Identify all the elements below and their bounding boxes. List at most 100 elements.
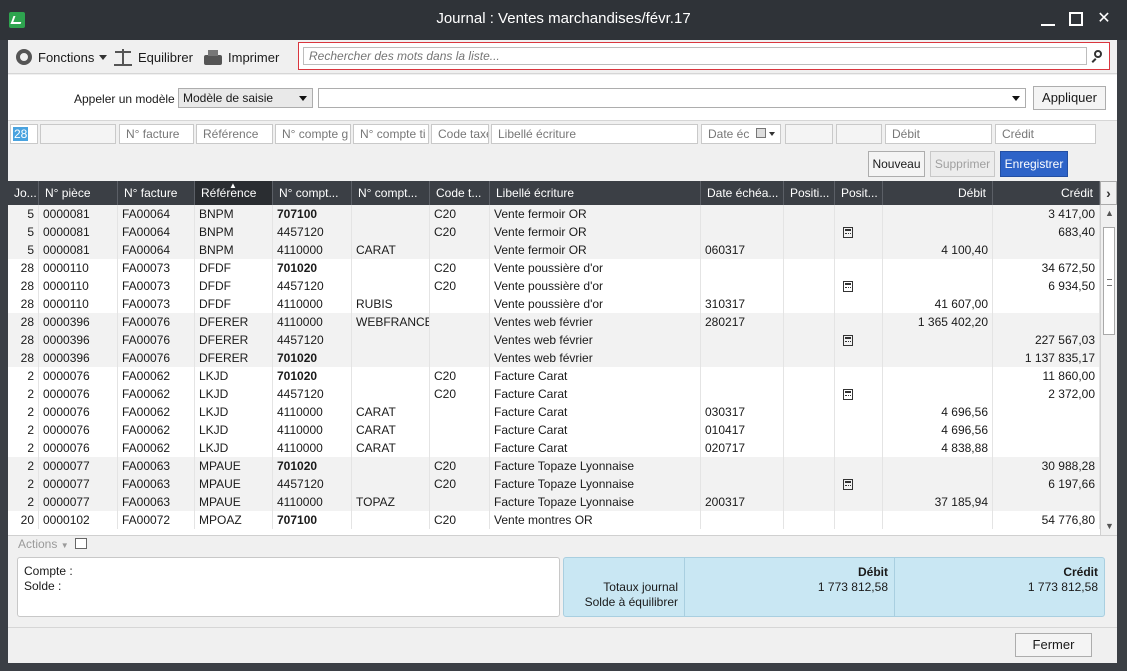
cell-libelle: Vente fermoir OR [490, 223, 701, 241]
search-input[interactable] [303, 47, 1087, 65]
cell-reference: DFERER [195, 349, 273, 367]
scroll-right-button[interactable]: › [1100, 181, 1117, 205]
actions-dropdown[interactable]: Actions ▼ [18, 537, 69, 551]
functions-menu[interactable]: Fonctions [16, 48, 108, 66]
header-col-libelle[interactable]: Libellé écriture [490, 181, 701, 205]
gear-icon [16, 49, 32, 65]
scroll-down-icon[interactable]: ▼ [1105, 521, 1114, 531]
scroll-up-icon[interactable]: ▲ [1105, 208, 1114, 218]
cell-code-taxe [430, 241, 490, 259]
scrollbar-thumb[interactable] [1103, 227, 1115, 335]
cell-compte-general: 4110000 [273, 439, 352, 457]
table-row[interactable]: 5 0000081 FA00064 BNPM 4110000 CARAT Vente fer… [8, 241, 1100, 259]
cell-debit [883, 223, 993, 241]
header-col-debit[interactable]: Débit [883, 181, 993, 205]
calculator-icon[interactable] [843, 335, 853, 346]
entry-date-field[interactable]: Date éc [701, 124, 781, 144]
cell-compte-general: 4457120 [273, 331, 352, 349]
header-col-jour[interactable]: Jo... [8, 181, 39, 205]
table-row[interactable]: 2 0000077 FA00063 MPAUE 701020 C20 Facture Top… [8, 457, 1100, 475]
cell-position1 [784, 313, 835, 331]
cell-compte-general: 4110000 [273, 403, 352, 421]
table-row[interactable]: 2 0000076 FA00062 LKJD 4110000 CARAT Facture C… [8, 439, 1100, 457]
cell-libelle: Facture Carat [490, 385, 701, 403]
entry-libelle-field[interactable]: Libellé écriture [491, 124, 698, 144]
cell-date-echeance: 310317 [701, 295, 784, 313]
table-row[interactable]: 5 0000081 FA00064 BNPM 4457120 C20 Vente fermo… [8, 223, 1100, 241]
table-row[interactable]: 28 0000110 FA00073 DFDF 4457120 C20 Vente pous… [8, 277, 1100, 295]
cell-libelle: Ventes web février [490, 313, 701, 331]
entry-position1-field[interactable] [785, 124, 833, 144]
model-combo[interactable] [318, 88, 1026, 108]
calendar-icon[interactable] [756, 128, 766, 138]
apply-button[interactable]: Appliquer [1033, 86, 1106, 110]
calculator-icon[interactable] [843, 389, 853, 400]
window-close-button[interactable]: ✕ [1094, 9, 1114, 29]
header-col-compte-tiers[interactable]: N° compt... [352, 181, 430, 205]
entry-compte-general-field[interactable]: N° compte g [275, 124, 351, 144]
header-col-credit[interactable]: Crédit [993, 181, 1100, 205]
calculator-icon[interactable] [843, 227, 853, 238]
journal-window: Journal : Ventes marchandises/févr.17 ✕ … [0, 0, 1127, 671]
entry-code-taxe-field[interactable]: Code taxe [431, 124, 489, 144]
print-button[interactable]: Imprimer [204, 48, 279, 66]
cell-compte-tiers: CARAT [352, 403, 430, 421]
cell-date-echeance: 030317 [701, 403, 784, 421]
minimize-button[interactable] [1038, 9, 1058, 29]
save-button[interactable]: Enregistrer [1000, 151, 1068, 177]
table-row[interactable]: 28 0000396 FA00076 DFERER 4110000 WEBFRANCE Ve… [8, 313, 1100, 331]
entry-credit-field[interactable]: Crédit [995, 124, 1096, 144]
cell-position2 [835, 439, 883, 457]
grid-header: Jo... N° pièce N° facture Référence ▲ N° comp… [8, 181, 1100, 205]
cell-code-taxe: C20 [430, 385, 490, 403]
header-col-facture[interactable]: N° facture [118, 181, 195, 205]
table-row[interactable]: 28 0000110 FA00073 DFDF 4110000 RUBIS Vente po… [8, 295, 1100, 313]
header-col-code-taxe[interactable]: Code t... [430, 181, 490, 205]
balance-button[interactable]: Equilibrer [114, 48, 193, 66]
header-col-compte-general[interactable]: N° compt... [273, 181, 352, 205]
cell-compte-general: 4457120 [273, 277, 352, 295]
table-row[interactable]: 2 0000076 FA00062 LKJD 4110000 CARAT Facture C… [8, 403, 1100, 421]
cell-position2 [835, 295, 883, 313]
search-button[interactable] [1091, 47, 1107, 65]
entry-compte-tiers-field[interactable]: N° compte ti [353, 124, 429, 144]
cell-compte-tiers [352, 457, 430, 475]
table-row[interactable]: 28 0000396 FA00076 DFERER 4457120 Ventes web … [8, 331, 1100, 349]
calculator-icon[interactable] [843, 479, 853, 490]
cell-date-echeance [701, 223, 784, 241]
cell-compte-general: 4457120 [273, 385, 352, 403]
calculator-icon[interactable] [843, 281, 853, 292]
header-col-piece[interactable]: N° pièce [39, 181, 118, 205]
entry-day-field[interactable]: 28 [10, 124, 38, 144]
new-button[interactable]: Nouveau [868, 151, 925, 177]
header-col-position1[interactable]: Positi... [784, 181, 835, 205]
table-row[interactable]: 5 0000081 FA00064 BNPM 707100 C20 Vente fermoi… [8, 205, 1100, 223]
chevron-down-icon [299, 96, 307, 101]
entry-debit-field[interactable]: Débit [885, 124, 992, 144]
table-row[interactable]: 2 0000076 FA00062 LKJD 701020 C20 Facture Cara… [8, 367, 1100, 385]
header-col-position2[interactable]: Posit... [835, 181, 883, 205]
table-row[interactable]: 28 0000396 FA00076 DFERER 701020 Ventes web f… [8, 349, 1100, 367]
close-button[interactable]: Fermer [1015, 633, 1092, 657]
cell-reference: DFDF [195, 259, 273, 277]
vertical-scrollbar[interactable]: ▲ ▼ [1100, 205, 1117, 535]
entry-piece-field[interactable] [40, 124, 116, 144]
model-select[interactable]: Modèle de saisie [178, 88, 313, 108]
table-row[interactable]: 2 0000076 FA00062 LKJD 4110000 CARAT Facture C… [8, 421, 1100, 439]
table-row[interactable]: 2 0000077 FA00063 MPAUE 4457120 C20 Facture To… [8, 475, 1100, 493]
maximize-button[interactable] [1066, 9, 1086, 29]
cell-piece: 0000396 [39, 349, 118, 367]
delete-button[interactable]: Supprimer [930, 151, 995, 177]
entry-reference-field[interactable]: Référence [196, 124, 273, 144]
cell-compte-tiers [352, 367, 430, 385]
table-row[interactable]: 20 0000102 FA00072 MPOAZ 707100 C20 Vente mont… [8, 511, 1100, 529]
entry-day-value: 28 [13, 127, 29, 141]
table-row[interactable]: 2 0000076 FA00062 LKJD 4457120 C20 Facture Car… [8, 385, 1100, 403]
entry-facture-field[interactable]: N° facture [119, 124, 194, 144]
header-col-date-echeance[interactable]: Date échéa... [701, 181, 784, 205]
cell-compte-tiers: RUBIS [352, 295, 430, 313]
table-row[interactable]: 2 0000077 FA00063 MPAUE 4110000 TOPAZ Facture … [8, 493, 1100, 511]
table-row[interactable]: 28 0000110 FA00073 DFDF 701020 C20 Vente pouss… [8, 259, 1100, 277]
entry-position2-field[interactable] [836, 124, 882, 144]
grid-settings-icon[interactable] [75, 538, 87, 549]
